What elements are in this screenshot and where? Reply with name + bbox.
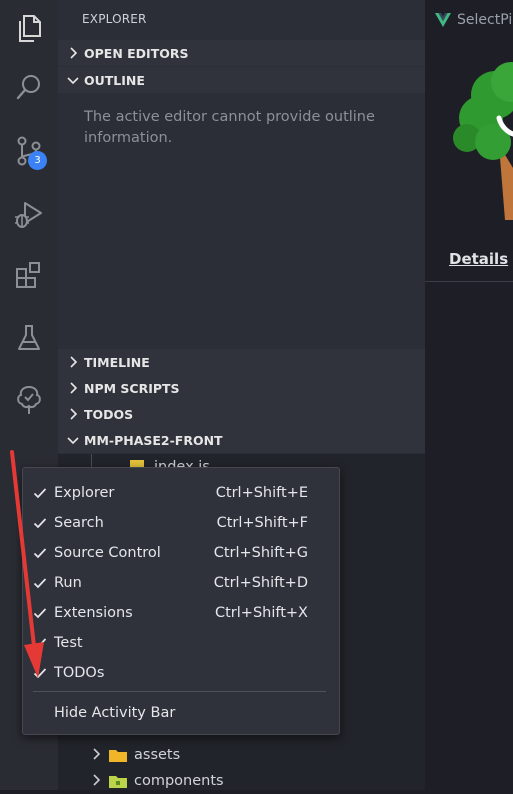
menu-item-source-control[interactable]: Source Control Ctrl+Shift+G (23, 538, 339, 568)
tab-bar: SelectPi (425, 0, 513, 40)
vue-file-icon (435, 13, 451, 27)
section-label: OUTLINE (84, 72, 145, 88)
tree-logo-icon (453, 62, 513, 220)
tab-label: SelectPi (457, 12, 513, 28)
checkmark-icon (33, 668, 47, 679)
flask-icon[interactable] (0, 309, 58, 367)
divider (425, 281, 513, 282)
chevron-right-icon (58, 47, 84, 59)
source-control-icon[interactable] (0, 122, 58, 180)
section-label: NPM SCRIPTS (84, 380, 180, 396)
editor-area: SelectPi Details (425, 0, 513, 790)
menu-item-label: Explorer (54, 485, 115, 501)
sidebar-title: EXPLORER (82, 12, 147, 26)
section-project[interactable]: MM-PHASE2-FRONT (58, 427, 425, 453)
tree-item-label: components (134, 773, 224, 789)
menu-item-run[interactable]: Run Ctrl+Shift+D (23, 568, 339, 598)
details-tab[interactable]: Details (449, 250, 508, 268)
files-icon[interactable] (0, 0, 58, 58)
chevron-down-icon (58, 75, 84, 85)
menu-item-label: Run (54, 575, 82, 591)
menu-item-label: Source Control (54, 545, 161, 561)
chevron-right-icon (58, 382, 84, 394)
menu-item-extensions[interactable]: Extensions Ctrl+Shift+X (23, 598, 339, 628)
menu-item-test[interactable]: Test (23, 628, 339, 658)
todo-tree-icon[interactable] (0, 371, 58, 429)
tree-item-assets[interactable]: assets (58, 742, 425, 768)
menu-item-explorer[interactable]: Explorer Ctrl+Shift+E (23, 478, 339, 508)
menu-item-hide-activity-bar[interactable]: Hide Activity Bar (23, 698, 339, 728)
activity-bar-context-menu: Explorer Ctrl+Shift+E Search Ctrl+Shift+… (22, 467, 340, 735)
tab-selectpi[interactable]: SelectPi (425, 0, 513, 40)
chevron-right-icon (58, 356, 84, 368)
components-folder-icon (108, 774, 128, 793)
menu-item-label: Search (54, 515, 104, 531)
checkmark-icon (33, 488, 47, 499)
tree-item-label: assets (134, 747, 181, 763)
checkmark-icon (33, 578, 47, 589)
section-timeline[interactable]: TIMELINE (58, 349, 425, 375)
checkmark-icon (33, 608, 47, 619)
chevron-right-icon (58, 408, 84, 420)
source-control-badge: 3 (28, 151, 47, 170)
menu-item-todos[interactable]: TODOs (23, 658, 339, 688)
checkmark-icon (33, 518, 47, 529)
section-open-editors[interactable]: OPEN EDITORS (58, 40, 425, 66)
outline-empty-message: The active editor cannot provide outline… (84, 109, 375, 146)
menu-item-label: Extensions (54, 605, 133, 621)
search-icon[interactable] (0, 58, 58, 116)
tree-item-components[interactable]: components (58, 768, 425, 794)
menu-item-label: Hide Activity Bar (54, 705, 176, 721)
menu-item-shortcut: Ctrl+Shift+G (213, 545, 308, 561)
menu-separator (33, 691, 326, 692)
menu-item-label: TODOs (54, 665, 105, 681)
menu-item-shortcut: Ctrl+Shift+X (215, 605, 308, 621)
menu-item-shortcut: Ctrl+Shift+D (213, 575, 308, 591)
extensions-icon[interactable] (0, 246, 58, 304)
section-label: OPEN EDITORS (84, 45, 189, 61)
folder-icon (108, 748, 128, 767)
section-label: TIMELINE (84, 354, 150, 370)
chevron-right-icon (91, 774, 101, 790)
section-label: MM-PHASE2-FRONT (84, 432, 223, 448)
section-label: TODOS (84, 406, 134, 422)
chevron-right-icon (91, 748, 101, 764)
section-todos[interactable]: TODOS (58, 401, 425, 427)
checkmark-icon (33, 548, 47, 559)
section-npm-scripts[interactable]: NPM SCRIPTS (58, 375, 425, 401)
menu-item-shortcut: Ctrl+Shift+E (215, 485, 308, 501)
menu-item-shortcut: Ctrl+Shift+F (216, 515, 308, 531)
checkmark-icon (33, 638, 47, 649)
section-outline[interactable]: OUTLINE (58, 67, 425, 93)
menu-item-search[interactable]: Search Ctrl+Shift+F (23, 508, 339, 538)
menu-item-label: Test (54, 635, 83, 651)
outline-panel: The active editor cannot provide outline… (58, 93, 425, 348)
run-debug-icon[interactable] (0, 185, 58, 243)
chevron-down-icon (58, 435, 84, 445)
